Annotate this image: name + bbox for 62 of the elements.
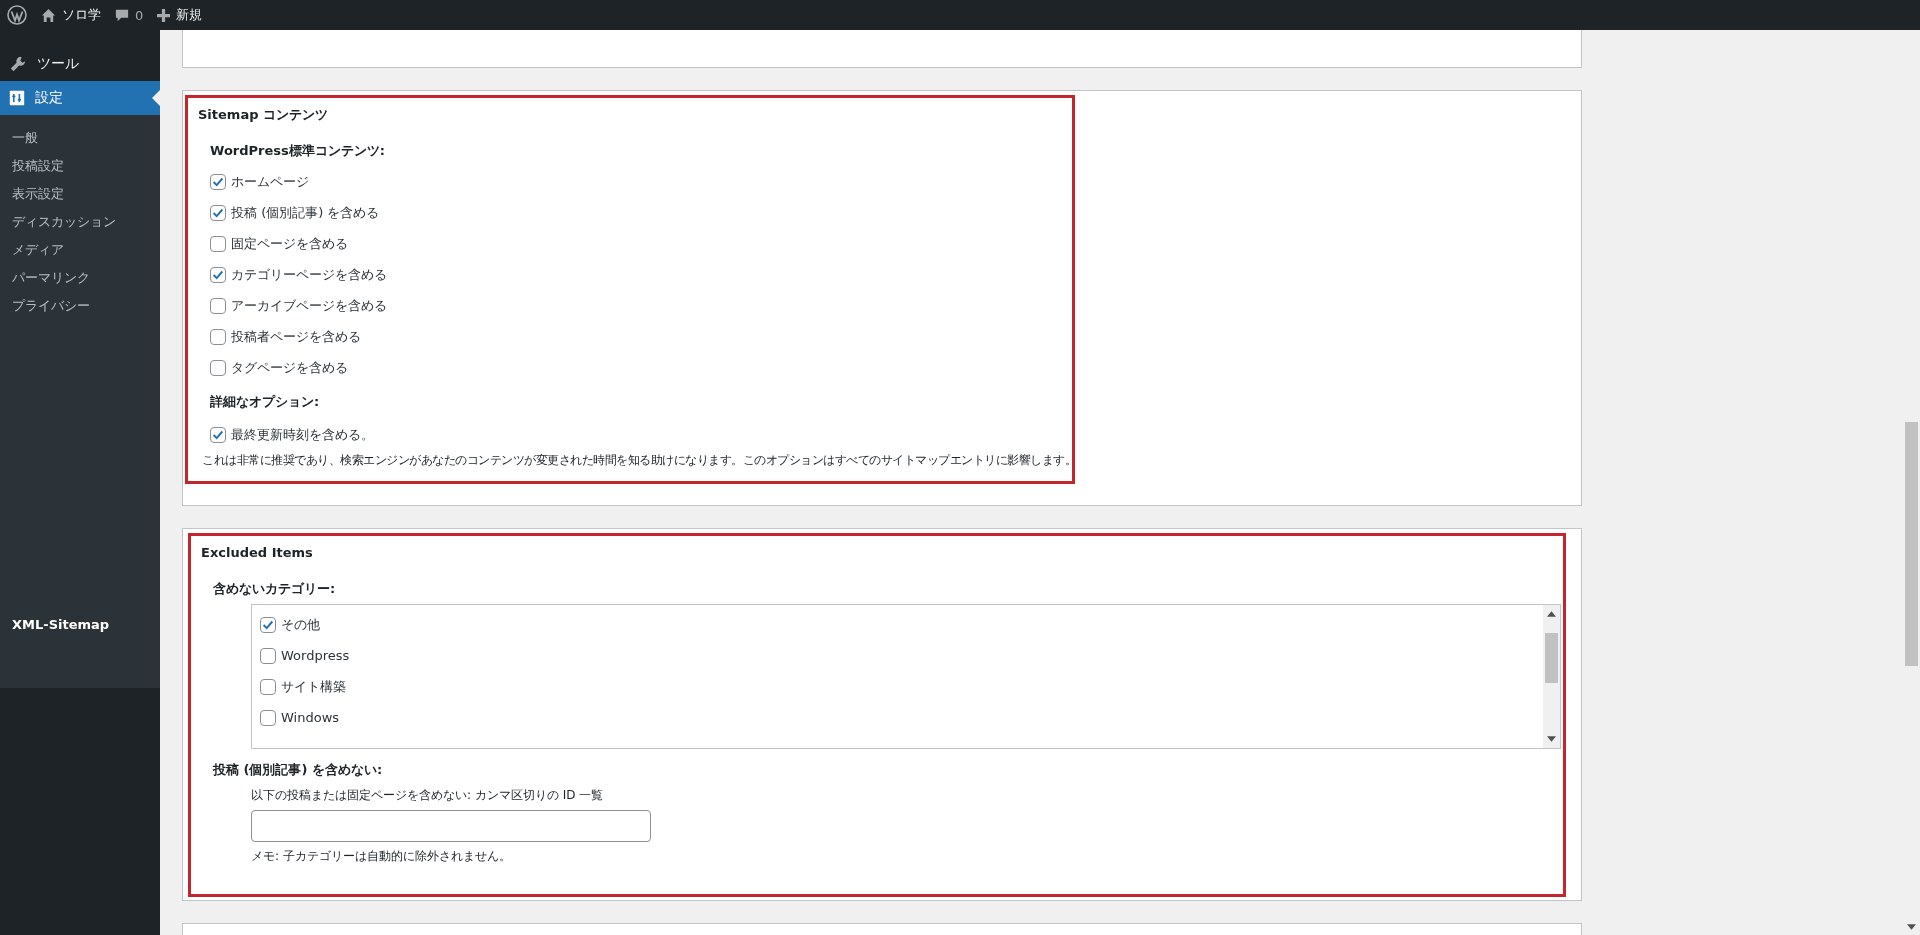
checkbox[interactable] [210,426,226,443]
scrollbar-thumb[interactable] [1905,422,1918,666]
wrench-icon [9,55,27,73]
checkbox-label: Windows [281,710,340,725]
checkbox[interactable] [210,328,226,345]
scrollbar-thumb[interactable] [1545,633,1558,683]
new-content-link[interactable]: 新規 [157,6,203,24]
checkbox[interactable] [210,359,226,376]
checkbox[interactable] [210,266,226,283]
scroll-up-icon[interactable] [1547,611,1556,617]
current-indicator [152,90,160,106]
description-text: これは非常に推奨であり、検索エンジンがあなたのコンテンツが変更された時間を知る助けになります。このオプションはすべてのサイトマップエントリに影響します。 [202,452,1076,468]
submenu-item[interactable]: パーマリンク [0,264,160,292]
submenu-item[interactable]: 投稿設定 [0,152,160,180]
submenu-item[interactable]: プライバシー [0,292,160,320]
settings-icon [9,90,25,106]
field-label: 以下の投稿または固定ページを含めない: カンマ区切りの ID 一覧 [251,787,605,804]
scroll-down-icon[interactable] [1907,924,1916,930]
speech-bubble-icon [115,8,129,22]
submenu-item[interactable]: XML-Sitemap [0,611,160,639]
checkbox-label: アーカイブページを含める [231,296,387,315]
scroll-down-icon[interactable] [1547,736,1556,742]
checkbox[interactable] [210,173,226,190]
submenu-item[interactable]: メディア [0,236,160,264]
comment-count: 0 [135,7,144,23]
description-text: メモ: 子カテゴリーは自動的に除外されません。 [251,848,512,865]
checkbox-label: その他 [281,615,320,634]
section-heading: WordPress標準コンテンツ: [210,142,386,160]
comments-link[interactable]: 0 [115,7,144,23]
panel-title: Sitemap コンテンツ [198,106,329,124]
checkbox[interactable] [260,709,276,726]
checkbox[interactable] [260,616,276,633]
checkbox-label: 投稿 (個別記事) を含める [231,203,380,222]
checkbox[interactable] [260,647,276,664]
wordpress-logo-icon[interactable] [7,5,27,25]
section-heading: 詳細なオプション: [210,393,321,411]
checkbox-label: Wordpress [281,648,350,663]
input-field[interactable] [251,810,651,842]
home-icon [41,7,56,23]
submenu-item[interactable]: 一般 [0,124,160,152]
submenu-item[interactable]: ディスカッション [0,208,160,236]
submenu-item[interactable]: 表示設定 [0,180,160,208]
new-label: 新規 [176,6,203,24]
plus-icon [157,8,171,22]
checkbox-label: タグページを含める [231,358,348,377]
checkbox-label: 固定ページを含める [231,234,348,253]
site-name-link[interactable]: ソロ学 [41,6,101,24]
sidebar-menu-item[interactable]: 設定 [0,81,160,115]
checkbox[interactable] [210,235,226,252]
checkbox[interactable] [210,204,226,221]
checkbox-label: 最終更新時刻を含める。 [231,425,374,444]
panel-title: Excluded Items [201,544,314,562]
section-heading: 投稿 (個別記事) を含めない: [213,761,384,779]
checkbox[interactable] [210,297,226,314]
checkbox-label: サイト構築 [281,677,346,696]
checkbox-label: 投稿者ページを含める [231,327,361,346]
checkbox-label: カテゴリーページを含める [231,265,387,284]
checkbox-label: ホームページ [231,172,309,191]
checkbox[interactable] [260,678,276,695]
site-name: ソロ学 [62,6,101,24]
sidebar-menu-item[interactable]: ツール [0,47,160,81]
section-heading: 含めないカテゴリー: [213,580,337,598]
